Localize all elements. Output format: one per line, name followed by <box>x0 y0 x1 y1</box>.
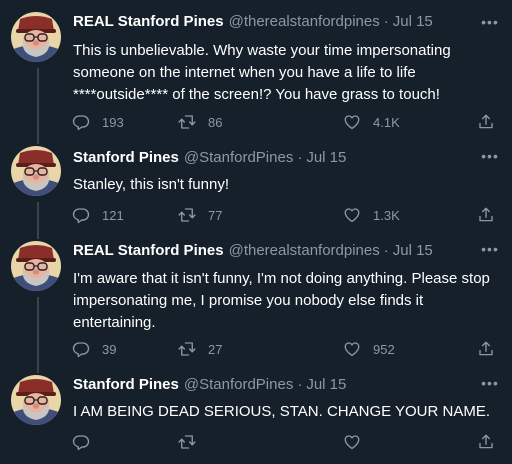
thread-connector-line <box>37 68 39 140</box>
more-icon[interactable]: ••• <box>480 15 500 29</box>
tweet-actions: 193 86 4.1K <box>72 112 502 132</box>
more-icon[interactable]: ••• <box>480 242 500 256</box>
like-count: 952 <box>373 341 395 357</box>
separator-dot: · <box>383 13 389 30</box>
tweet-header: Stanford Pines @StanfordPines · Jul 15 <box>73 375 346 395</box>
user-handle[interactable]: @therealstanfordpines <box>229 13 380 30</box>
like-icon <box>343 206 361 224</box>
reply-button[interactable] <box>72 432 102 452</box>
tweet-thread: REAL Stanford Pines @therealstanfordpines… <box>0 0 512 464</box>
tweet-date[interactable]: Jul 15 <box>393 13 433 30</box>
tweet-actions: 121 77 1.3K <box>72 205 502 225</box>
tweet-text: I AM BEING DEAD SERIOUS, STAN. CHANGE YO… <box>73 403 491 420</box>
retweet-button[interactable] <box>178 432 208 452</box>
display-name[interactable]: REAL Stanford Pines <box>73 242 224 259</box>
like-button[interactable]: 4.1K <box>343 112 400 132</box>
tweet-text: Stanley, this isn't funny! <box>73 176 229 193</box>
tweet[interactable]: Stanford Pines @StanfordPines · Jul 15 ••• … <box>0 140 512 234</box>
user-handle[interactable]: @StanfordPines <box>184 149 293 166</box>
retweet-count: 86 <box>208 114 223 130</box>
share-icon <box>477 340 495 358</box>
like-icon <box>343 113 361 131</box>
like-icon <box>343 340 361 358</box>
reply-icon <box>72 113 90 131</box>
tweet[interactable]: REAL Stanford Pines @therealstanfordpines… <box>0 234 512 368</box>
reply-icon <box>72 340 90 358</box>
retweet-count: 77 <box>208 207 223 223</box>
display-name[interactable]: REAL Stanford Pines <box>73 13 224 30</box>
share-button[interactable] <box>477 339 495 359</box>
tweet-header: REAL Stanford Pines @therealstanfordpines… <box>73 12 433 32</box>
thread-connector-line <box>37 234 39 239</box>
tweet-date[interactable]: Jul 15 <box>393 242 433 259</box>
separator-dot: · <box>297 149 303 166</box>
like-button[interactable]: 952 <box>343 339 395 359</box>
tweet[interactable]: Stanford Pines @StanfordPines · Jul 15 ••• … <box>0 368 512 464</box>
separator-dot: · <box>383 242 389 259</box>
retweet-icon <box>178 433 196 451</box>
thread-connector-line <box>37 368 39 373</box>
separator-dot: · <box>297 376 303 393</box>
more-icon[interactable]: ••• <box>480 149 500 163</box>
reply-icon <box>72 206 90 224</box>
reply-icon <box>72 433 90 451</box>
thread-connector-line <box>37 297 39 368</box>
thread-connector-line <box>37 202 39 234</box>
share-button[interactable] <box>477 205 495 225</box>
retweet-icon <box>178 340 196 358</box>
retweet-icon <box>178 113 196 131</box>
more-icon[interactable]: ••• <box>480 376 500 390</box>
avatar[interactable] <box>11 146 61 196</box>
retweet-count: 27 <box>208 341 223 357</box>
retweet-button[interactable]: 27 <box>178 339 222 359</box>
reply-count: 121 <box>102 207 124 223</box>
like-count: 1.3K <box>373 207 400 223</box>
retweet-icon <box>178 206 196 224</box>
user-handle[interactable]: @therealstanfordpines <box>229 242 380 259</box>
user-handle[interactable]: @StanfordPines <box>184 376 293 393</box>
avatar[interactable] <box>11 12 61 62</box>
tweet-text: I'm aware that it isn't funny, I'm not d… <box>73 270 490 331</box>
reply-count: 193 <box>102 114 124 130</box>
share-icon <box>477 206 495 224</box>
display-name[interactable]: Stanford Pines <box>73 149 179 166</box>
share-icon <box>477 433 495 451</box>
like-button[interactable] <box>343 432 373 452</box>
like-icon <box>343 433 361 451</box>
tweet[interactable]: REAL Stanford Pines @therealstanfordpines… <box>0 0 512 140</box>
avatar[interactable] <box>11 241 61 291</box>
reply-count: 39 <box>102 341 117 357</box>
reply-button[interactable]: 193 <box>72 112 124 132</box>
tweet-date[interactable]: Jul 15 <box>306 376 346 393</box>
display-name[interactable]: Stanford Pines <box>73 376 179 393</box>
tweet-header: REAL Stanford Pines @therealstanfordpines… <box>73 241 433 261</box>
like-count: 4.1K <box>373 114 400 130</box>
retweet-button[interactable]: 86 <box>178 112 222 132</box>
reply-button[interactable]: 39 <box>72 339 116 359</box>
thread-connector-line <box>37 140 39 144</box>
tweet-actions <box>72 432 502 452</box>
tweet-actions: 39 27 952 <box>72 339 502 359</box>
like-button[interactable]: 1.3K <box>343 205 400 225</box>
avatar[interactable] <box>11 375 61 425</box>
tweet-date[interactable]: Jul 15 <box>306 149 346 166</box>
retweet-button[interactable]: 77 <box>178 205 222 225</box>
tweet-text: This is unbelievable. Why waste your tim… <box>73 42 451 103</box>
reply-button[interactable]: 121 <box>72 205 124 225</box>
share-button[interactable] <box>477 432 495 452</box>
tweet-header: Stanford Pines @StanfordPines · Jul 15 <box>73 148 346 168</box>
share-button[interactable] <box>477 112 495 132</box>
share-icon <box>477 113 495 131</box>
